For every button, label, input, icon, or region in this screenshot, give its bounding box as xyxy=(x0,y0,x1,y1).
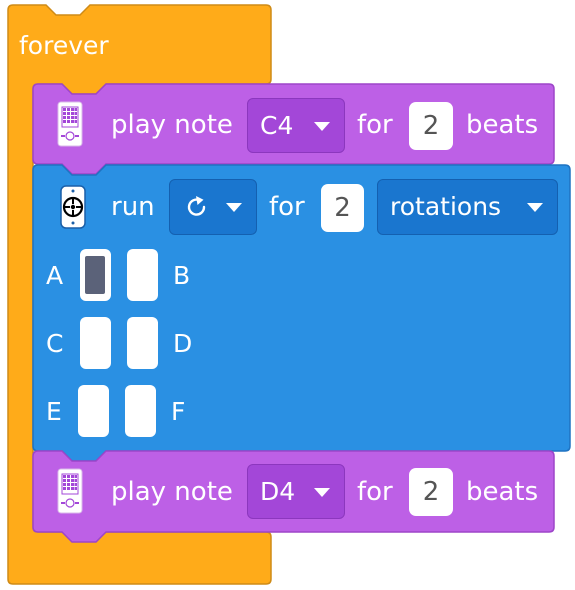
port-label-b: B xyxy=(173,261,191,290)
beats-input[interactable]: 2 xyxy=(409,468,453,516)
play-note-label: play note xyxy=(111,477,233,507)
rotate-clockwise-icon xyxy=(187,196,206,216)
beats-label: beats xyxy=(466,477,539,507)
port-a-toggle[interactable] xyxy=(80,249,111,301)
direction-dropdown[interactable] xyxy=(169,179,257,235)
note-value: D4 xyxy=(260,476,296,506)
sound-hub-icon xyxy=(57,101,83,147)
motor-icon xyxy=(60,185,86,229)
note-dropdown[interactable]: D4 xyxy=(247,464,345,519)
unit-dropdown[interactable]: rotations xyxy=(377,179,558,235)
port-c-toggle[interactable] xyxy=(80,317,111,369)
beats-input[interactable]: 2 xyxy=(409,102,453,150)
chevron-down-icon xyxy=(226,203,242,212)
forever-label: forever xyxy=(19,31,109,60)
beats-label: beats xyxy=(466,110,539,140)
note-dropdown[interactable]: C4 xyxy=(247,98,345,153)
port-label-e: E xyxy=(46,397,62,426)
port-label-f: F xyxy=(171,397,186,426)
port-label-a: A xyxy=(46,261,64,290)
sound-hub-icon xyxy=(57,468,83,514)
chevron-down-icon xyxy=(314,121,330,131)
port-label-d: D xyxy=(173,329,193,358)
port-f-toggle[interactable] xyxy=(125,385,156,437)
for-label: for xyxy=(357,477,393,507)
for-label: for xyxy=(269,192,305,222)
unit-value: rotations xyxy=(390,192,502,221)
play-note-label: play note xyxy=(111,110,233,140)
port-label-c: C xyxy=(46,329,64,358)
port-a-selected xyxy=(85,256,105,294)
chevron-down-icon xyxy=(527,203,543,212)
run-label: run xyxy=(111,192,155,222)
port-e-toggle[interactable] xyxy=(78,385,109,437)
note-value: C4 xyxy=(260,110,294,140)
chevron-down-icon xyxy=(314,487,330,497)
port-b-toggle[interactable] xyxy=(127,249,158,301)
for-label: for xyxy=(357,110,393,140)
port-d-toggle[interactable] xyxy=(127,317,158,369)
rotations-amount-input[interactable]: 2 xyxy=(321,184,364,232)
